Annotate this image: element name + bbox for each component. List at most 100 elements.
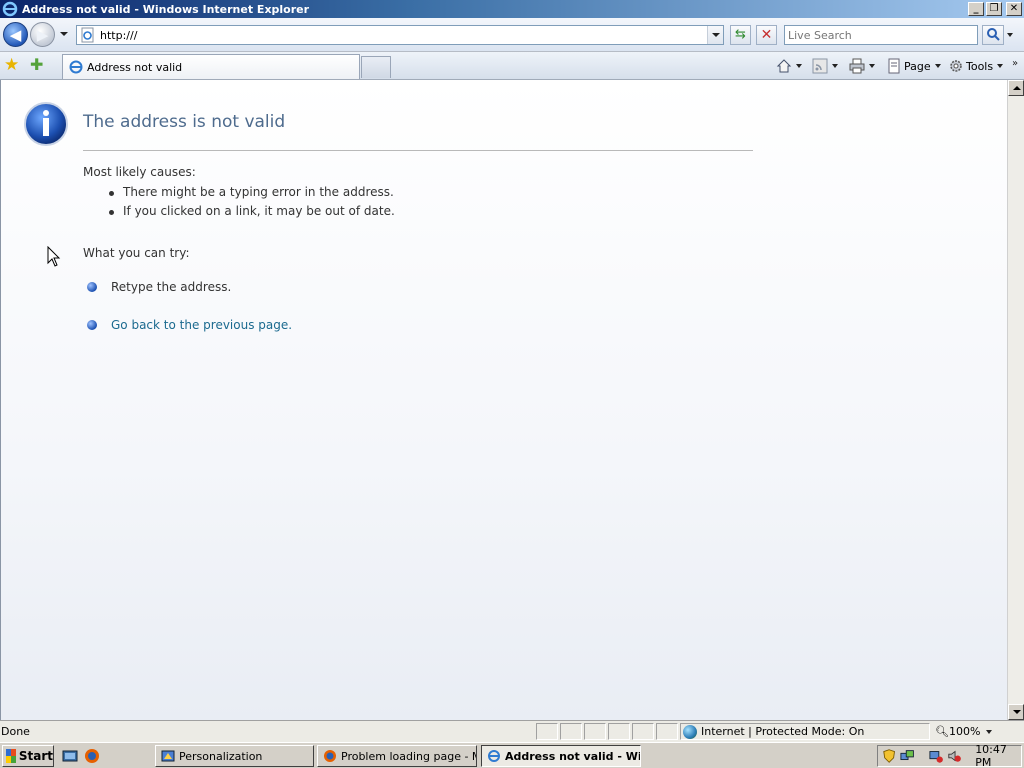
status-pane xyxy=(656,723,678,740)
page-content: The address is not valid Most likely cau… xyxy=(0,80,1007,720)
task-label: Problem loading page - M... xyxy=(341,749,477,763)
command-bar: ★ ✚ Address not valid Page Tools » xyxy=(0,52,1024,80)
forward-button[interactable]: ▶ xyxy=(30,22,55,47)
vertical-scrollbar[interactable] xyxy=(1007,80,1024,720)
maximize-button[interactable]: ❐ xyxy=(986,2,1002,16)
window-title-bar[interactable]: Address not valid - Windows Internet Exp… xyxy=(0,0,1024,18)
tools-dropdown-icon xyxy=(997,64,1004,68)
feeds-dropdown-icon xyxy=(832,64,838,68)
window-title: Address not valid - Windows Internet Exp… xyxy=(22,2,310,16)
status-pane xyxy=(632,723,654,740)
task-problem-loading[interactable]: Problem loading page - M... xyxy=(317,745,477,767)
blue-bullet-icon xyxy=(87,282,97,292)
taskbar: Start Personalization Problem loading pa… xyxy=(0,742,1024,768)
windows-logo-icon xyxy=(6,749,16,763)
show-desktop-icon[interactable] xyxy=(62,748,78,764)
blue-bullet-icon xyxy=(87,320,97,330)
network-disconnected-icon[interactable] xyxy=(929,748,943,764)
search-options-dropdown[interactable] xyxy=(1007,33,1013,37)
stop-icon: ✕ xyxy=(760,27,773,43)
page-title: The address is not valid xyxy=(83,112,286,132)
back-button[interactable]: ◀ xyxy=(3,22,28,47)
go-back-link[interactable]: Go back to the previous page. xyxy=(111,318,292,332)
status-text: Done xyxy=(1,725,30,738)
back-arrow-icon: ◀ xyxy=(9,25,22,44)
add-favorite-icon[interactable]: ✚ xyxy=(30,56,48,74)
zoom-magnifier-icon: 🔍︎ xyxy=(935,725,949,738)
close-button[interactable]: ✕ xyxy=(1006,2,1022,16)
scroll-down-button[interactable] xyxy=(1008,704,1024,720)
search-button[interactable] xyxy=(982,25,1004,45)
start-label: Start xyxy=(18,749,53,763)
tab-label: Address not valid xyxy=(87,60,183,74)
search-box[interactable] xyxy=(784,25,978,45)
volume-muted-icon[interactable] xyxy=(947,748,961,764)
try-heading: What you can try: xyxy=(83,246,190,260)
try-item-go-back: Go back to the previous page. xyxy=(87,318,292,332)
task-label: Personalization xyxy=(179,749,263,763)
new-tab-button[interactable] xyxy=(361,56,391,78)
globe-icon xyxy=(683,724,697,739)
title-divider xyxy=(83,150,753,151)
home-button[interactable] xyxy=(776,56,802,76)
page-icon xyxy=(81,27,94,43)
tab-page-icon xyxy=(69,60,83,74)
chevron-more-icon[interactable]: » xyxy=(1012,58,1018,69)
cause-item: If you clicked on a link, it may be out … xyxy=(109,204,395,223)
status-pane xyxy=(584,723,606,740)
firefox-icon[interactable] xyxy=(84,748,100,764)
scroll-up-button[interactable] xyxy=(1008,80,1024,96)
page-menu-label: Page xyxy=(904,59,931,73)
start-button[interactable]: Start xyxy=(2,745,54,767)
zoom-level: 100% xyxy=(948,725,981,738)
control-panel-icon xyxy=(161,750,175,762)
status-pane xyxy=(536,723,558,740)
home-dropdown-icon xyxy=(796,64,802,68)
status-pane xyxy=(560,723,582,740)
gear-icon xyxy=(950,60,962,72)
rss-feed-icon xyxy=(812,58,828,74)
page-menu-icon xyxy=(888,58,900,74)
retype-text: Retype the address. xyxy=(111,280,232,294)
clock[interactable]: 10:47 PM xyxy=(975,743,1021,768)
forward-arrow-icon: ▶ xyxy=(36,25,49,44)
ie-task-icon xyxy=(488,750,500,762)
feeds-button[interactable] xyxy=(812,56,838,76)
magnifier-icon xyxy=(987,28,1000,41)
refresh-icon: ⇆ xyxy=(735,27,746,42)
tab-address-not-valid[interactable]: Address not valid xyxy=(62,54,360,79)
task-personalization[interactable]: Personalization xyxy=(155,745,314,767)
favorites-star-icon[interactable]: ★ xyxy=(4,56,22,74)
navigation-bar: ◀ ▶ ⇆ ✕ xyxy=(0,18,1024,52)
status-pane xyxy=(608,723,630,740)
firefox-task-icon xyxy=(324,750,336,762)
network-icon[interactable] xyxy=(900,748,915,764)
zone-text: Internet | Protected Mode: On xyxy=(701,725,865,738)
task-address-not-valid[interactable]: Address not valid - Wi... xyxy=(481,745,641,767)
search-input[interactable] xyxy=(785,26,977,44)
refresh-button[interactable]: ⇆ xyxy=(730,25,751,45)
tools-menu-button[interactable]: Tools xyxy=(948,56,1004,76)
causes-list: There might be a typing error in the add… xyxy=(109,185,395,223)
system-tray: 10:47 PM xyxy=(877,743,1022,768)
cause-item: There might be a typing error in the add… xyxy=(109,185,395,204)
address-dropdown-button[interactable] xyxy=(707,26,723,44)
address-input[interactable] xyxy=(100,27,707,43)
security-zone[interactable]: Internet | Protected Mode: On xyxy=(680,723,930,740)
minimize-button[interactable]: _ xyxy=(968,2,984,16)
page-menu-button[interactable]: Page xyxy=(886,56,941,76)
print-dropdown-icon xyxy=(869,64,875,68)
security-shield-icon[interactable] xyxy=(882,748,896,764)
print-button[interactable] xyxy=(849,56,875,76)
address-bar[interactable] xyxy=(76,25,724,45)
zoom-dropdown-icon xyxy=(986,729,993,734)
status-bar: Done Internet | Protected Mode: On 🔍︎ 10… xyxy=(0,720,1024,742)
page-dropdown-icon xyxy=(934,64,941,68)
printer-icon xyxy=(849,58,865,74)
recent-pages-dropdown[interactable] xyxy=(60,32,68,36)
try-item-retype: Retype the address. xyxy=(87,280,231,294)
task-label: Address not valid - Wi... xyxy=(505,749,641,763)
info-icon xyxy=(24,102,68,146)
zoom-control[interactable]: 🔍︎ 100% xyxy=(935,723,1005,740)
stop-button[interactable]: ✕ xyxy=(756,25,777,45)
